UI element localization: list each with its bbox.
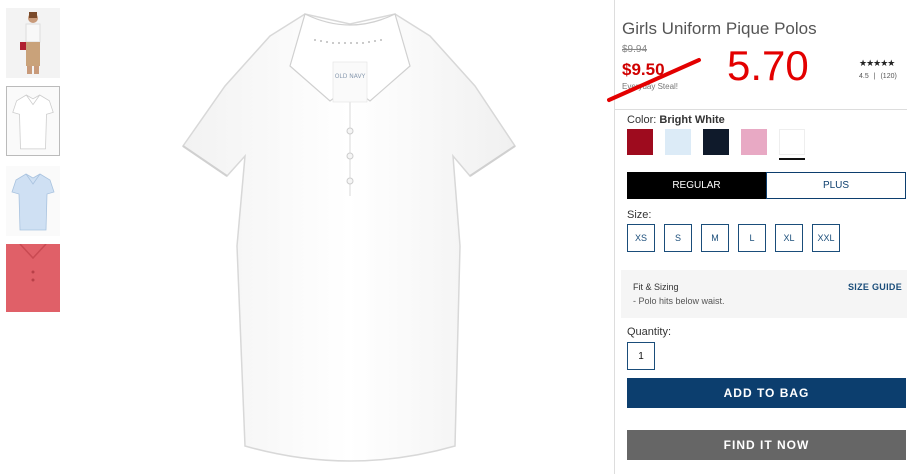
fit-plus-button[interactable]: PLUS bbox=[766, 172, 906, 199]
size-xs-button[interactable]: XS bbox=[627, 224, 655, 252]
swatch-light-blue[interactable] bbox=[665, 129, 691, 155]
rating-summary[interactable]: ★★★★★ 4.5 | (120) bbox=[859, 58, 907, 80]
size-xxl-button[interactable]: XXL bbox=[812, 224, 840, 252]
size-xl-button[interactable]: XL bbox=[775, 224, 803, 252]
add-to-bag-button[interactable]: ADD TO BAG bbox=[627, 378, 906, 408]
size-label: Size: bbox=[627, 209, 652, 221]
size-l-button[interactable]: L bbox=[738, 224, 766, 252]
quantity-label: Quantity: bbox=[627, 326, 672, 338]
panel-divider bbox=[615, 109, 907, 110]
product-main-image: OLD NAVY bbox=[175, 6, 525, 470]
rating-stars-icon: ★★★★★ bbox=[859, 58, 895, 68]
price-strike-mark bbox=[607, 58, 701, 102]
original-price: $9.94 bbox=[622, 44, 648, 55]
swatch-bright-white[interactable] bbox=[779, 129, 805, 155]
find-it-now-button[interactable]: FIND IT NOW bbox=[627, 430, 906, 460]
fit-sizing-note: - Polo hits below waist. bbox=[633, 296, 725, 306]
fit-toggle: REGULAR PLUS bbox=[627, 172, 906, 199]
product-details-panel: Girls Uniform Pique Polos $9.94 $9.50 Ev… bbox=[607, 0, 907, 474]
rating-value: 4.5 bbox=[859, 73, 869, 80]
thumbnail-red-polo[interactable] bbox=[6, 244, 60, 312]
fit-sizing-title: Fit & Sizing bbox=[633, 282, 679, 292]
size-guide-link[interactable]: SIZE GUIDE bbox=[848, 282, 902, 292]
color-label-text: Color: bbox=[627, 114, 657, 126]
rating-row: 4.5 | (120) bbox=[859, 73, 907, 80]
size-m-button[interactable]: M bbox=[701, 224, 729, 252]
color-label: Color: Bright White bbox=[627, 114, 725, 126]
new-price: 5.70 bbox=[727, 42, 809, 89]
thumbnail-white-polo[interactable] bbox=[6, 86, 60, 156]
thumbnail-blue-polo[interactable] bbox=[6, 166, 60, 236]
quantity-input[interactable]: 1 bbox=[627, 342, 655, 370]
thumbnail-model[interactable] bbox=[6, 8, 60, 78]
product-title: Girls Uniform Pique Polos bbox=[622, 19, 817, 38]
review-count[interactable]: (120) bbox=[880, 73, 896, 80]
selected-color-name: Bright White bbox=[659, 114, 725, 126]
svg-text:OLD NAVY: OLD NAVY bbox=[335, 73, 366, 80]
swatch-navy[interactable] bbox=[703, 129, 729, 155]
swatch-pink[interactable] bbox=[741, 129, 767, 155]
swatch-red[interactable] bbox=[627, 129, 653, 155]
rating-separator: | bbox=[873, 73, 876, 80]
size-s-button[interactable]: S bbox=[664, 224, 692, 252]
fit-sizing-box: Fit & Sizing - Polo hits below waist. SI… bbox=[621, 270, 907, 318]
fit-regular-button[interactable]: REGULAR bbox=[627, 172, 766, 199]
selected-swatch-indicator bbox=[779, 158, 805, 160]
